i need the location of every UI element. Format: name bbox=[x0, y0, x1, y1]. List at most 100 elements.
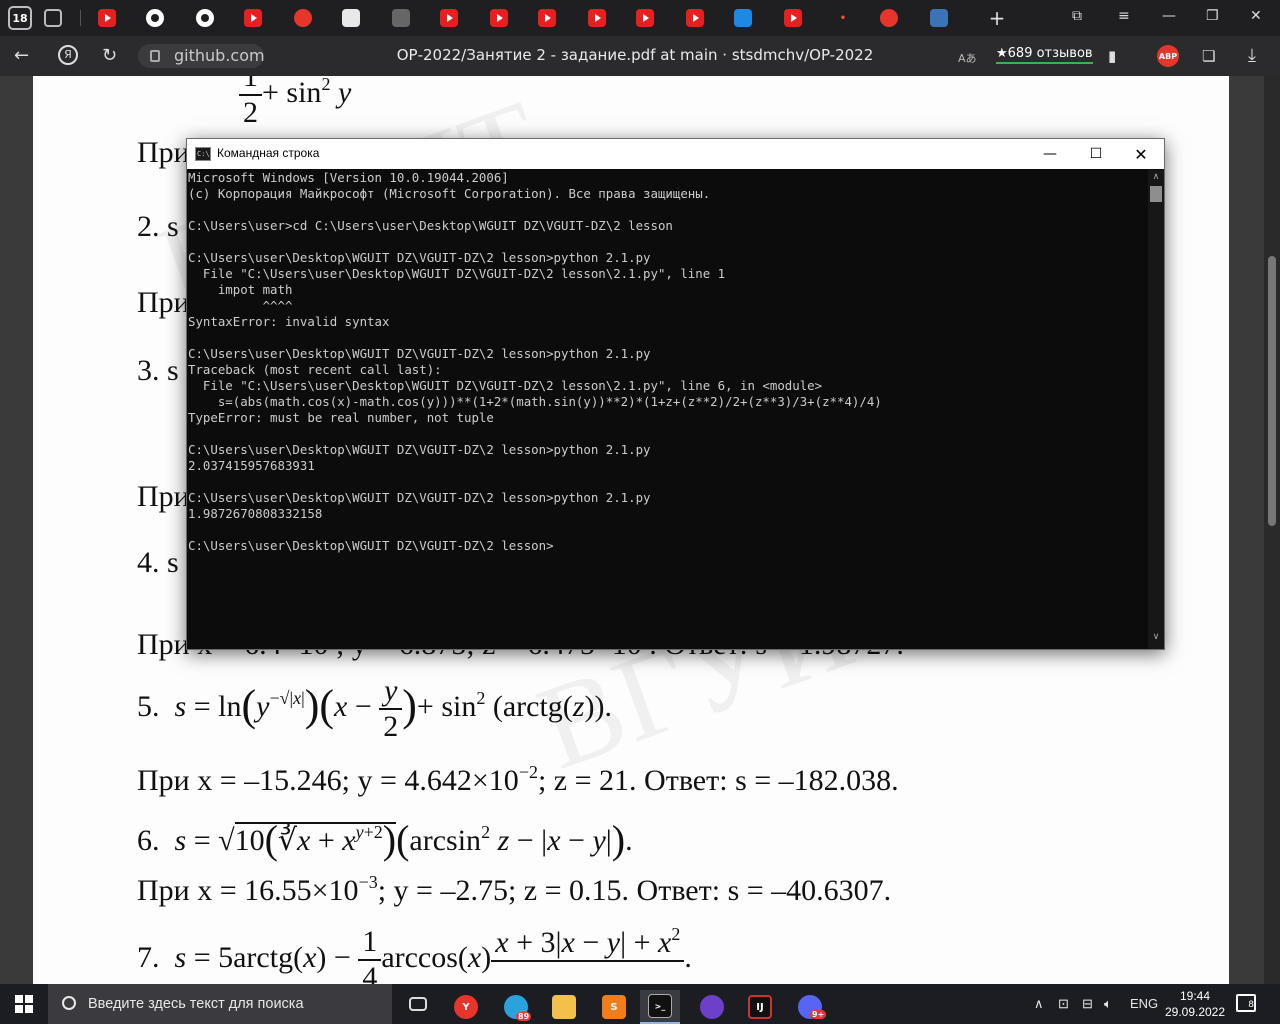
cmd-close-button[interactable]: ✕ bbox=[1118, 139, 1164, 169]
language-indicator[interactable]: ENG bbox=[1130, 996, 1158, 1011]
taskbar-sublime[interactable]: S bbox=[594, 990, 634, 1024]
tabs-panel-icon[interactable]: ⧉ bbox=[1072, 8, 1082, 24]
tab-youtube-icon[interactable] bbox=[784, 9, 802, 27]
answer-6-rest: ; y = –2.75; z = 0.15. Ответ: s = –40.63… bbox=[377, 874, 892, 907]
console-line: s=(abs(math.cos(x)-math.cos(y)))**(1+2*(… bbox=[188, 394, 882, 409]
close-icon[interactable]: ✕ bbox=[1250, 8, 1262, 24]
volume-icon[interactable]: 🔈︎ bbox=[1104, 996, 1112, 1012]
tab-youtube-icon[interactable] bbox=[538, 9, 556, 27]
cmd-title: Командная строка bbox=[217, 146, 320, 160]
doc-answer-line-6: При x = 16.55×10−3; y = –2.75; z = 0.15.… bbox=[137, 872, 891, 908]
page-scrollbar[interactable] bbox=[1264, 76, 1280, 984]
tab-youtube-icon[interactable] bbox=[244, 9, 262, 27]
console-line: C:\Users\user>cd C:\Users\user\Desktop\W… bbox=[188, 218, 673, 233]
tab-youtube-icon[interactable] bbox=[588, 9, 606, 27]
cmd-title-bar[interactable]: C:\ Командная строка — ☐ ✕ bbox=[187, 139, 1164, 169]
back-arrow-icon[interactable]: ← bbox=[14, 45, 29, 67]
discord-badge: 9+ bbox=[810, 1010, 827, 1019]
taskbar-github-desktop[interactable] bbox=[692, 990, 732, 1024]
tab-mail-icon[interactable] bbox=[392, 9, 410, 27]
tab-youtube-icon[interactable] bbox=[490, 9, 508, 27]
taskbar-telegram[interactable]: 89 bbox=[496, 990, 536, 1024]
clock-date: 29.09.2022 bbox=[1164, 1005, 1226, 1019]
console-line: Traceback (most recent call last): bbox=[188, 362, 442, 377]
taskbar-jetbrains[interactable]: IJ bbox=[740, 990, 780, 1024]
tab-github-icon[interactable] bbox=[196, 9, 214, 27]
new-tab-button[interactable]: + bbox=[988, 6, 1006, 30]
command-prompt-window[interactable]: C:\ Командная строка — ☐ ✕ Microsoft Win… bbox=[186, 138, 1165, 650]
scroll-up-arrow-icon[interactable]: ∧ bbox=[1148, 172, 1164, 182]
doc-item-3: 3. s bbox=[137, 354, 179, 387]
doc-item-2: 2. s bbox=[137, 210, 179, 243]
scroll-down-arrow-icon[interactable]: ∨ bbox=[1148, 632, 1164, 642]
start-button[interactable] bbox=[0, 984, 48, 1024]
task-view-button[interactable] bbox=[398, 987, 438, 1021]
doc-answer-label: При bbox=[137, 480, 190, 513]
tab-yandex-icon[interactable] bbox=[294, 9, 312, 27]
formula-item-7: 7. s = 5arctg(x) − 1 4 arccos(x) x + 3|x − … bbox=[137, 924, 692, 984]
taskbar-explorer[interactable] bbox=[544, 990, 584, 1024]
console-line: 2.037415957683931 bbox=[188, 458, 315, 473]
cmd-scroll-thumb[interactable] bbox=[1150, 186, 1162, 202]
console-prompt-line[interactable]: C:\Users\user\Desktop\WGUIT DZ\VGUIT-DZ\… bbox=[188, 538, 1147, 554]
tab-youtube-icon[interactable] bbox=[98, 9, 116, 27]
notifications-icon[interactable]: 8 bbox=[1236, 994, 1256, 1012]
bookmark-icon[interactable]: ▮ bbox=[1108, 45, 1116, 67]
tab-separator bbox=[80, 10, 81, 26]
adblock-badge[interactable]: АВР bbox=[1157, 45, 1179, 67]
show-hidden-icons-chevron-icon[interactable]: ∧ bbox=[1034, 996, 1044, 1012]
meet-now-icon[interactable]: ⊡ bbox=[1058, 996, 1069, 1012]
download-icon[interactable]: ⤓ bbox=[1248, 45, 1256, 67]
answer-5-rest: ; z = 21. Ответ: s = –182.038. bbox=[537, 764, 899, 797]
formula-item-6: 6. s = √10(∛x + xy+2)(arcsin2 z − |x − y… bbox=[137, 817, 633, 862]
tab-youtube-icon[interactable] bbox=[440, 9, 458, 27]
windows-logo-icon bbox=[15, 995, 33, 1013]
tab-youtube-icon[interactable] bbox=[686, 9, 704, 27]
menu-icon[interactable]: ≡ bbox=[1118, 8, 1130, 24]
cmd-minimize-button[interactable]: — bbox=[1027, 139, 1073, 169]
minimize-icon[interactable]: — bbox=[1162, 8, 1176, 24]
restore-icon[interactable]: ❐ bbox=[1206, 8, 1219, 24]
address-bar: ← Я ↻ github.com ОР-2022/Занятие 2 - зад… bbox=[0, 36, 1280, 76]
network-icon[interactable]: ⊟ bbox=[1082, 996, 1093, 1012]
cmd-maximize-button[interactable]: ☐ bbox=[1073, 139, 1119, 169]
console-line: C:\Users\user\Desktop\WGUIT DZ\VGUIT-DZ\… bbox=[188, 346, 651, 361]
tab-messenger-icon[interactable] bbox=[734, 9, 752, 27]
page-title: ОР-2022/Занятие 2 - задание.pdf at main … bbox=[396, 46, 874, 64]
url-domain: github.com bbox=[174, 46, 265, 65]
cmd-console-output[interactable]: Microsoft Windows [Version 10.0.19044.20… bbox=[187, 170, 1147, 648]
url-field[interactable]: github.com bbox=[138, 44, 265, 68]
tab-youtube-icon[interactable] bbox=[636, 9, 654, 27]
console-line: Microsoft Windows [Version 10.0.19044.20… bbox=[188, 170, 509, 185]
clock[interactable]: 19:44 29.09.2022 bbox=[1160, 988, 1230, 1020]
answer-6-exponent: −3 bbox=[358, 872, 378, 892]
translate-icon[interactable]: Aあ bbox=[958, 48, 977, 70]
tab-app-icon[interactable] bbox=[342, 9, 360, 27]
jetbrains-icon: IJ bbox=[748, 995, 772, 1019]
tab-yandex-icon[interactable] bbox=[880, 9, 898, 27]
reviews-link[interactable]: ★689 отзывов bbox=[996, 46, 1093, 64]
console-line: File "C:\Users\user\Desktop\WGUIT DZ\VGU… bbox=[188, 266, 726, 281]
scrollbar-thumb[interactable] bbox=[1268, 256, 1276, 526]
tab-counter[interactable]: 18 bbox=[8, 6, 32, 30]
reload-icon[interactable]: ↻ bbox=[102, 45, 117, 67]
collections-icon[interactable]: ❏ bbox=[1202, 45, 1215, 67]
yandex-logo-icon[interactable]: Я bbox=[58, 45, 78, 65]
taskbar-command-prompt[interactable]: >_ bbox=[640, 990, 680, 1024]
tab-python-icon[interactable] bbox=[930, 9, 948, 27]
cmd-scrollbar[interactable]: ∧ ∨ bbox=[1148, 170, 1164, 649]
search-icon bbox=[62, 996, 76, 1010]
taskbar-discord[interactable]: 9+ bbox=[790, 990, 830, 1024]
telegram-badge: 89 bbox=[516, 1012, 532, 1021]
new-tab-folder-icon[interactable] bbox=[44, 9, 62, 27]
doc-item-4: 4. s bbox=[137, 546, 179, 579]
tab-github-icon[interactable] bbox=[146, 9, 164, 27]
console-line: (c) Корпорация Майкрософт (Microsoft Cor… bbox=[188, 186, 711, 201]
tab-loading-icon[interactable]: • bbox=[834, 9, 852, 27]
doc-answer-label: При bbox=[137, 286, 190, 319]
taskbar-yandex-browser[interactable]: Y bbox=[446, 990, 486, 1024]
taskbar-search-input[interactable]: Введите здесь текст для поиска bbox=[48, 984, 392, 1024]
